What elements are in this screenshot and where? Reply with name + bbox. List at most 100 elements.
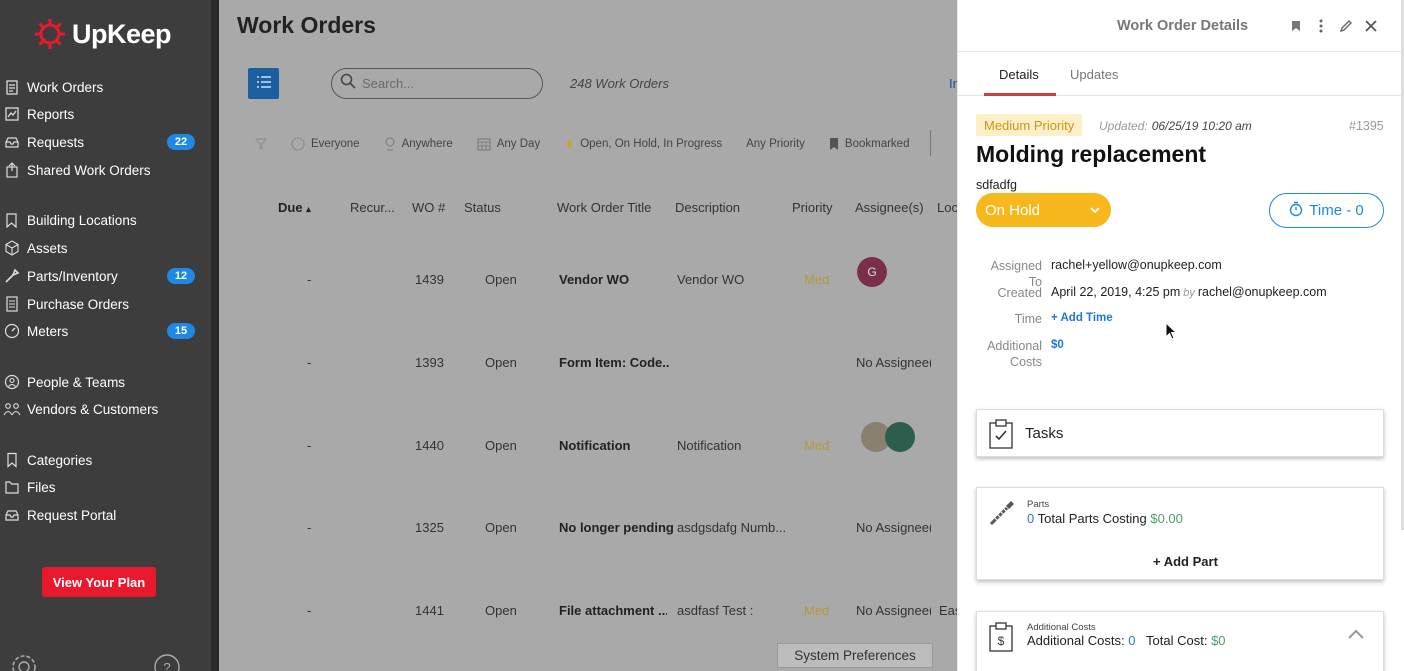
updated-label: Updated: [1099, 119, 1148, 133]
time-button-label: Time - 0 [1309, 202, 1364, 219]
filter-everyone[interactable]: Everyone [291, 137, 360, 151]
sidebar-item-label: Purchase Orders [27, 296, 130, 312]
created-value: April 22, 2019, 4:25 pm by rachel@onupkeep… [1051, 285, 1327, 299]
filter-divider [930, 130, 931, 156]
work-order-details-panel: Work Order Details Details Updates Mediu… [957, 0, 1404, 671]
time-button[interactable]: Time - 0 [1269, 193, 1384, 228]
sidebar-item-request-portal[interactable]: Request Portal [0, 503, 205, 527]
sidebar-item-label: Requests [27, 134, 85, 150]
cell-title: Vendor WO [559, 272, 630, 287]
sidebar-item-work-orders[interactable]: Work Orders [0, 75, 205, 99]
cell-wo-number: 1325 [415, 520, 444, 535]
assignee-avatar: G [857, 257, 887, 287]
sidebar-item-purchase-orders[interactable]: Purchase Orders [0, 292, 205, 316]
mouse-cursor-icon [1165, 321, 1178, 345]
wrench-icon [2, 266, 22, 286]
filter-bookmarked-label: Bookmarked [844, 138, 910, 150]
edit-pencil-icon[interactable] [1338, 18, 1354, 34]
filter-anywhere[interactable]: Anywhere [384, 137, 453, 151]
column-description[interactable]: Description [675, 200, 740, 215]
column-title[interactable]: Work Order Title [557, 200, 651, 215]
filter-priority[interactable]: Any Priority [746, 138, 805, 150]
gauge-icon [2, 321, 22, 341]
filter-any-day-label: Any Day [496, 138, 541, 150]
search-placeholder: Search... [362, 76, 415, 91]
cell-assignee: No Assignee( [856, 520, 931, 535]
filter-funnel[interactable] [255, 138, 267, 150]
column-wo-number[interactable]: WO # [412, 200, 445, 215]
sidebar-item-label: Files [27, 479, 56, 495]
tab-updates[interactable]: Updates [1070, 67, 1118, 82]
bookmark-filter-icon [829, 138, 838, 150]
table-row[interactable]: - 1325 Open No longer pending asdgsdafg … [219, 508, 957, 548]
cell-priority: Med [804, 438, 830, 453]
bookmark-icon[interactable] [1288, 18, 1304, 34]
table-row[interactable]: - 1439 Open Vendor WO Vendor WO Med G [219, 257, 957, 300]
column-recurring[interactable]: Recur... [350, 200, 395, 215]
column-status[interactable]: Status [464, 200, 501, 215]
portal-icon [2, 505, 22, 525]
chevron-up-icon[interactable] [1347, 628, 1365, 640]
sidebar-item-shared-work-orders[interactable]: Shared Work Orders [0, 158, 205, 182]
cell-description: Vendor WO [677, 272, 745, 287]
upkeep-logo[interactable]: UpKeep [32, 16, 172, 52]
close-icon[interactable] [1363, 18, 1379, 34]
sidebar-item-people-teams[interactable]: People & Teams [0, 370, 205, 394]
additional-costs-card: $ Additional Costs Additional Costs: 0 T… [976, 611, 1384, 671]
parts-amount: $0.00 [1150, 511, 1183, 526]
people-icon [2, 372, 22, 392]
cell-due: - [307, 603, 312, 618]
calendar-icon [477, 138, 491, 151]
sidebar-item-assets[interactable]: Assets [0, 236, 205, 260]
table-row[interactable]: - 1393 Open Form Item: Code... No Assign… [219, 343, 957, 383]
cell-priority: Med [804, 603, 830, 618]
sidebar-item-building-locations[interactable]: Building Locations [0, 208, 205, 232]
cell-title: No longer pending [559, 520, 674, 535]
additional-costs-label-line2: Costs [1010, 355, 1042, 369]
column-priority[interactable]: Priority [792, 200, 832, 215]
parts-count: 0 [1027, 511, 1035, 526]
cell-title: Notification [559, 438, 631, 453]
more-options-icon[interactable] [1313, 18, 1329, 34]
sidebar-item-requests[interactable]: Requests 22 [0, 130, 205, 154]
cell-title: File attachment ... [559, 603, 667, 618]
tab-details[interactable]: Details [999, 67, 1039, 82]
cell-status: Open [485, 438, 517, 453]
filter-status[interactable]: Open, On Hold, In Progress [564, 138, 722, 150]
sidebar-item-vendors-customers[interactable]: Vendors & Customers [0, 397, 205, 421]
column-assignees[interactable]: Assignee(s) [855, 200, 924, 215]
search-input[interactable]: Search... [331, 68, 543, 99]
meters-count-badge: 15 [167, 323, 195, 339]
sidebar-item-files[interactable]: Files [0, 475, 205, 499]
work-order-count: 248 Work Orders [570, 76, 669, 91]
sidebar-scrollbar[interactable] [211, 0, 219, 671]
add-part-link[interactable]: + Add Part [1153, 554, 1218, 569]
list-view-button[interactable] [248, 68, 279, 99]
files-icon [2, 477, 22, 497]
additional-costs-value[interactable]: $0 [1051, 339, 1064, 351]
brand-name: UpKeep [72, 18, 172, 49]
settings-gear-icon[interactable] [9, 652, 39, 671]
help-icon[interactable]: ? [153, 652, 183, 671]
bookmark-icon [2, 450, 22, 470]
table-row[interactable]: - 1440 Open Notification Notification Me… [219, 422, 957, 466]
column-due[interactable]: Due ▴ [278, 200, 311, 215]
view-your-plan-button[interactable]: View Your Plan [42, 567, 156, 597]
gear-logo-icon [35, 19, 65, 49]
cube-icon [2, 238, 22, 258]
cell-title: Form Item: Code... [559, 355, 669, 370]
table-row[interactable]: - 1441 Open File attachment ... asdfasf … [219, 591, 957, 631]
work-orders-main: Work Orders Search... 248 Work Orders In… [219, 0, 960, 671]
add-time-link[interactable]: + Add Time [1051, 312, 1113, 324]
column-location[interactable]: Loc [937, 200, 958, 215]
sidebar-item-categories[interactable]: Categories [0, 448, 205, 472]
sidebar-item-meters[interactable]: Meters 15 [0, 319, 205, 343]
status-dropdown[interactable]: On Hold [976, 193, 1111, 227]
sidebar-item-parts-inventory[interactable]: Parts/Inventory 12 [0, 264, 205, 288]
sidebar-item-label: Vendors & Customers [27, 401, 159, 417]
sidebar-item-reports[interactable]: Reports [0, 102, 205, 126]
details-tabs: Details Updates [958, 52, 1402, 96]
filter-any-day[interactable]: Any Day [477, 137, 540, 151]
tasks-card[interactable]: Tasks [976, 409, 1384, 457]
filter-bookmarked[interactable]: Bookmarked [829, 137, 910, 151]
